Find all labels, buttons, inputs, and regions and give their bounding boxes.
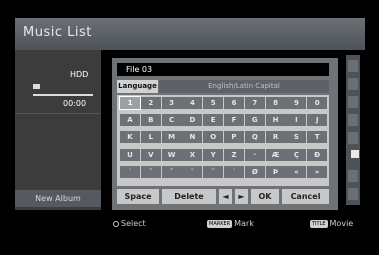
key[interactable]: I <box>286 114 307 127</box>
disc-meter-icon <box>33 84 40 89</box>
key[interactable]: 4 <box>182 97 203 109</box>
key[interactable]: W <box>161 148 182 161</box>
key[interactable]: U <box>120 148 140 161</box>
strip-segment <box>348 132 358 144</box>
key[interactable]: 6 <box>224 97 244 109</box>
key[interactable]: 8 <box>265 97 286 109</box>
key[interactable]: K <box>120 131 140 144</box>
strip-segment <box>348 96 358 108</box>
language-label: Language <box>117 80 158 93</box>
key[interactable]: Z <box>224 148 244 161</box>
key[interactable]: R <box>265 131 286 144</box>
strip-segment <box>348 188 358 200</box>
language-selector[interactable]: English/Latin Capital <box>159 80 329 93</box>
cursor-left-button[interactable]: ◄ <box>219 189 232 204</box>
key[interactable]: 7 <box>244 97 265 109</box>
key[interactable]: G <box>244 114 265 127</box>
key[interactable]: C <box>161 114 182 127</box>
key[interactable]: Ø <box>244 165 265 178</box>
key[interactable]: 3 <box>161 97 182 109</box>
strip-segment <box>348 60 358 72</box>
key[interactable]: 2 <box>140 97 161 109</box>
key[interactable]: N <box>182 131 203 144</box>
key[interactable]: B <box>140 114 161 127</box>
key[interactable]: J <box>307 114 328 127</box>
strip-segment <box>348 170 358 182</box>
footer-movie: TITLE Movie <box>310 219 353 228</box>
key[interactable]: ˙ <box>120 165 140 178</box>
cancel-button[interactable]: Cancel <box>282 189 329 204</box>
dialog-actions: Space Delete ◄ ► OK Cancel <box>117 189 329 204</box>
footer-select-label: Select <box>121 219 146 228</box>
key[interactable]: ˜ <box>182 165 203 178</box>
delete-button[interactable]: Delete <box>162 189 216 204</box>
key[interactable]: P <box>224 131 244 144</box>
space-button[interactable]: Space <box>117 189 159 204</box>
disc-meter-bar <box>33 94 93 96</box>
key[interactable]: ¨ <box>140 165 161 178</box>
key[interactable]: Æ <box>265 148 286 161</box>
strip-segment <box>348 114 358 126</box>
key[interactable]: Y <box>203 148 224 161</box>
key[interactable]: M <box>161 131 182 144</box>
page-title: Music List <box>23 25 92 40</box>
key[interactable]: L <box>140 131 161 144</box>
strip-segment <box>348 78 358 90</box>
select-circle-icon <box>113 220 119 227</box>
key[interactable]: O <box>203 131 224 144</box>
footer-movie-label: Movie <box>329 219 354 228</box>
key[interactable]: 1 <box>119 96 141 110</box>
music-list-screen: Music List HDD 00:00 New Album File 03 L… <box>0 0 379 255</box>
key[interactable]: V <box>140 148 161 161</box>
key[interactable]: T <box>307 131 328 144</box>
hdd-label: HDD <box>70 70 89 79</box>
key[interactable]: ˜ <box>161 165 182 178</box>
new-album-button[interactable]: New Album <box>15 190 101 207</box>
title-button-icon: TITLE <box>310 219 328 228</box>
key[interactable]: D <box>182 114 203 127</box>
key[interactable]: 9 <box>286 97 307 109</box>
key[interactable]: ¨ <box>203 165 224 178</box>
scroll-thumb[interactable] <box>351 150 359 158</box>
time-readout: 00:00 <box>63 99 87 108</box>
key[interactable]: E <box>203 114 224 127</box>
footer-select: Select <box>113 219 146 228</box>
key[interactable]: · <box>244 148 265 161</box>
key[interactable]: ˙ <box>224 165 244 178</box>
key[interactable]: X <box>182 148 203 161</box>
key[interactable]: » <box>307 165 328 178</box>
key[interactable]: S <box>286 131 307 144</box>
file-name-field[interactable]: File 03 <box>117 63 329 76</box>
key[interactable]: 0 <box>307 97 328 109</box>
key[interactable]: Q <box>244 131 265 144</box>
footer-mark: MARKER Mark <box>207 219 254 228</box>
footer-mark-label: Mark <box>234 219 254 228</box>
divider <box>15 113 101 114</box>
cursor-right-button[interactable]: ► <box>235 189 248 204</box>
key[interactable]: Ð <box>307 148 328 161</box>
key[interactable]: F <box>224 114 244 127</box>
key[interactable]: A <box>120 114 140 127</box>
key[interactable]: Ç <box>286 148 307 161</box>
key[interactable]: Þ <box>265 165 286 178</box>
marker-button-icon: MARKER <box>207 219 233 228</box>
key[interactable]: H <box>265 114 286 127</box>
key[interactable]: 5 <box>203 97 224 109</box>
ok-button[interactable]: OK <box>251 189 279 204</box>
key[interactable]: « <box>286 165 307 178</box>
